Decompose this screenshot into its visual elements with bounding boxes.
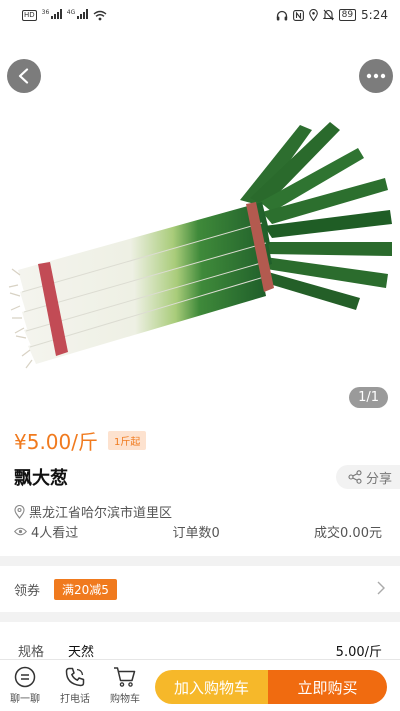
phone-icon xyxy=(65,667,85,687)
cart-label: 购物车 xyxy=(110,694,140,705)
price-row: ¥5.00/斤 1斤起 xyxy=(14,426,147,455)
call-label: 打电话 xyxy=(60,694,90,705)
nfc-icon xyxy=(292,9,304,21)
add-to-cart-button[interactable]: 加入购物车 xyxy=(155,670,268,704)
battery-icon: 89 xyxy=(338,9,357,21)
location-row: 黑龙江省哈尔滨市道里区 xyxy=(14,502,172,521)
coupon-row[interactable]: 领券 满20减5 xyxy=(0,566,400,612)
buy-now-button[interactable]: 立即购买 xyxy=(268,670,387,704)
status-bar: HD 36 4G 89 5:24 xyxy=(0,0,400,30)
min-order-badge: 1斤起 xyxy=(108,431,147,450)
share-button[interactable]: 分享 xyxy=(335,465,400,489)
image-counter: 1/1 xyxy=(349,387,388,408)
call-button[interactable]: 打电话 xyxy=(50,666,100,705)
orders-stat: 订单数0 xyxy=(172,526,220,541)
views-text: 4人看过 xyxy=(31,526,79,541)
share-label: 分享 xyxy=(365,471,392,487)
headphones-icon xyxy=(276,10,287,20)
coupon-tag[interactable]: 满20减5 xyxy=(54,578,117,600)
location-icon xyxy=(308,9,318,21)
eye-icon xyxy=(14,527,27,536)
location-text: 黑龙江省哈尔滨市道里区 xyxy=(29,506,173,521)
more-dots-icon xyxy=(366,73,386,79)
cart-icon xyxy=(114,667,136,687)
network-type-3g: 36 xyxy=(41,8,50,16)
mute-icon xyxy=(322,9,334,21)
status-bar-left: HD 36 4G xyxy=(22,8,107,22)
wifi-icon xyxy=(93,10,107,20)
chat-label: 聊一聊 xyxy=(10,694,40,705)
spec-label: 规格 xyxy=(18,645,45,660)
network-type-4g: 4G xyxy=(66,8,76,16)
spec-price: 5.00/斤 xyxy=(335,645,382,660)
price: ¥5.00/斤 xyxy=(14,430,98,454)
share-icon xyxy=(348,470,362,484)
chat-button[interactable]: 聊一聊 xyxy=(0,666,50,705)
chevron-right-icon xyxy=(377,581,385,595)
spec-value: 天然 xyxy=(68,645,95,660)
location-pin-icon xyxy=(14,504,25,519)
clock: 5:24 xyxy=(361,8,388,22)
status-bar-right: 89 5:24 xyxy=(276,8,388,22)
chat-icon xyxy=(14,666,36,688)
stats-row: 4人看过 订单数0 成交0.00元 xyxy=(14,522,382,541)
bottom-action-bar: 聊一聊 打电话 购物车 加入购物车 立即购买 xyxy=(0,659,400,711)
product-title: 飘大葱 xyxy=(14,468,68,489)
coupon-label: 领券 xyxy=(14,583,41,599)
more-button[interactable] xyxy=(359,59,393,93)
back-button[interactable] xyxy=(7,59,41,93)
signal-icon: 36 xyxy=(41,8,62,22)
product-info: ¥5.00/斤 1斤起 飘大葱 分享 黑龙江省哈尔滨市道里区 4人看过 订单数0… xyxy=(0,420,400,556)
cart-nav-button[interactable]: 购物车 xyxy=(100,666,150,705)
turnover-stat: 成交0.00元 xyxy=(314,526,382,541)
views-stat: 4人看过 xyxy=(14,522,78,541)
chevron-left-icon xyxy=(18,68,29,84)
product-image[interactable]: 1/1 xyxy=(0,30,400,420)
green-onion-photo xyxy=(8,122,392,369)
signal-icon-2: 4G xyxy=(66,8,88,22)
hd-badge: HD xyxy=(22,9,37,21)
